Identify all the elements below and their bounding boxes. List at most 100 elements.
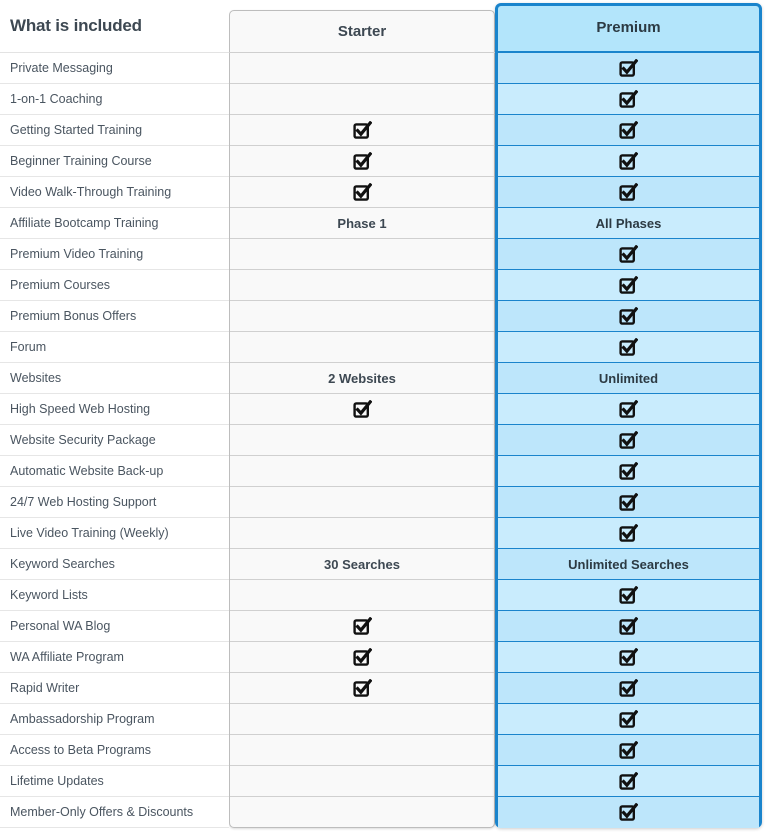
starter-cell	[230, 797, 494, 828]
premium-column-header[interactable]: Premium	[495, 3, 762, 53]
starter-cell	[230, 518, 494, 549]
starter-cell	[230, 53, 494, 84]
checked-box-icon	[352, 616, 372, 636]
feature-label: Premium Courses	[0, 270, 229, 301]
feature-label: Affiliate Bootcamp Training	[0, 208, 229, 239]
feature-label: Private Messaging	[0, 53, 229, 84]
premium-cell	[498, 642, 759, 673]
starter-cell	[230, 487, 494, 518]
checked-box-icon	[352, 647, 372, 667]
starter-cell	[230, 239, 494, 270]
table-row: Member-Only Offers & Discounts	[0, 797, 770, 828]
feature-label: Video Walk-Through Training	[0, 177, 229, 208]
premium-cell	[498, 766, 759, 797]
feature-label: Websites	[0, 363, 229, 394]
starter-cell: 30 Searches	[230, 549, 494, 580]
table-row: Keyword Lists	[0, 580, 770, 611]
table-row: Rapid Writer	[0, 673, 770, 704]
checked-box-icon	[352, 399, 372, 419]
premium-cell	[498, 239, 759, 270]
table-row: Live Video Training (Weekly)	[0, 518, 770, 549]
premium-cell	[498, 735, 759, 766]
pricing-comparison-table: What is included Starter Premium Private…	[0, 0, 770, 837]
starter-cell	[230, 735, 494, 766]
premium-cell	[498, 115, 759, 146]
table-row: WA Affiliate Program	[0, 642, 770, 673]
checked-box-icon	[619, 461, 638, 481]
table-row: Forum	[0, 332, 770, 363]
feature-label: Premium Video Training	[0, 239, 229, 270]
starter-cell	[230, 146, 494, 177]
table-row: High Speed Web Hosting	[0, 394, 770, 425]
premium-cell: All Phases	[498, 208, 759, 239]
premium-cell	[498, 425, 759, 456]
checked-box-icon	[619, 151, 638, 171]
checked-box-icon	[619, 120, 638, 140]
table-row: Personal WA Blog	[0, 611, 770, 642]
table-row: Affiliate Bootcamp Training Phase 1 All Ph…	[0, 208, 770, 239]
starter-cell	[230, 673, 494, 704]
table-row: 1-on-1 Coaching	[0, 84, 770, 115]
table-row: Lifetime Updates	[0, 766, 770, 797]
checked-box-icon	[352, 151, 372, 171]
feature-label: Automatic Website Back-up	[0, 456, 229, 487]
premium-cell	[498, 580, 759, 611]
checked-box-icon	[619, 337, 638, 357]
starter-cell	[230, 177, 494, 208]
table-row: Automatic Website Back-up	[0, 456, 770, 487]
premium-cell	[498, 394, 759, 425]
starter-cell	[230, 332, 494, 363]
table-row: 24/7 Web Hosting Support	[0, 487, 770, 518]
feature-label: Premium Bonus Offers	[0, 301, 229, 332]
premium-cell	[498, 611, 759, 642]
feature-label: 1-on-1 Coaching	[0, 84, 229, 115]
starter-cell	[230, 642, 494, 673]
feature-label: Personal WA Blog	[0, 611, 229, 642]
table-row: Ambassadorship Program	[0, 704, 770, 735]
feature-label: Getting Started Training	[0, 115, 229, 146]
table-row: Getting Started Training	[0, 115, 770, 146]
premium-cell	[498, 301, 759, 332]
table-row: Private Messaging	[0, 53, 770, 84]
premium-cell	[498, 332, 759, 363]
starter-cell	[230, 270, 494, 301]
checked-box-icon	[619, 647, 638, 667]
feature-label: WA Affiliate Program	[0, 642, 229, 673]
premium-cell	[498, 518, 759, 549]
table-row: Websites 2 Websites Unlimited	[0, 363, 770, 394]
premium-cell	[498, 84, 759, 115]
starter-cell	[230, 611, 494, 642]
feature-label: Access to Beta Programs	[0, 735, 229, 766]
table-row: Keyword Searches 30 Searches Unlimited Sea…	[0, 549, 770, 580]
feature-label: Ambassadorship Program	[0, 704, 229, 735]
checked-box-icon	[619, 89, 638, 109]
starter-column-header[interactable]: Starter	[229, 10, 495, 53]
starter-cell	[230, 84, 494, 115]
features-column-header: What is included	[0, 0, 229, 53]
checked-box-icon	[619, 616, 638, 636]
feature-label: Forum	[0, 332, 229, 363]
checked-box-icon	[619, 740, 638, 760]
table-row: Video Walk-Through Training	[0, 177, 770, 208]
feature-label: Beginner Training Course	[0, 146, 229, 177]
checked-box-icon	[619, 585, 638, 605]
starter-cell	[230, 704, 494, 735]
checked-box-icon	[619, 771, 638, 791]
premium-cell	[498, 177, 759, 208]
feature-label: Live Video Training (Weekly)	[0, 518, 229, 549]
feature-label: Member-Only Offers & Discounts	[0, 797, 229, 828]
checked-box-icon	[352, 678, 372, 698]
checked-box-icon	[619, 306, 638, 326]
checked-box-icon	[619, 244, 638, 264]
checked-box-icon	[619, 58, 638, 78]
premium-cell	[498, 53, 759, 84]
table-row: Premium Courses	[0, 270, 770, 301]
table-body: Private Messaging 1-on-1 Coaching Getting …	[0, 53, 770, 828]
checked-box-icon	[352, 182, 372, 202]
feature-label: Lifetime Updates	[0, 766, 229, 797]
starter-cell: 2 Websites	[230, 363, 494, 394]
starter-cell	[230, 301, 494, 332]
premium-cell	[498, 797, 759, 828]
checked-box-icon	[619, 523, 638, 543]
table-row: Access to Beta Programs	[0, 735, 770, 766]
